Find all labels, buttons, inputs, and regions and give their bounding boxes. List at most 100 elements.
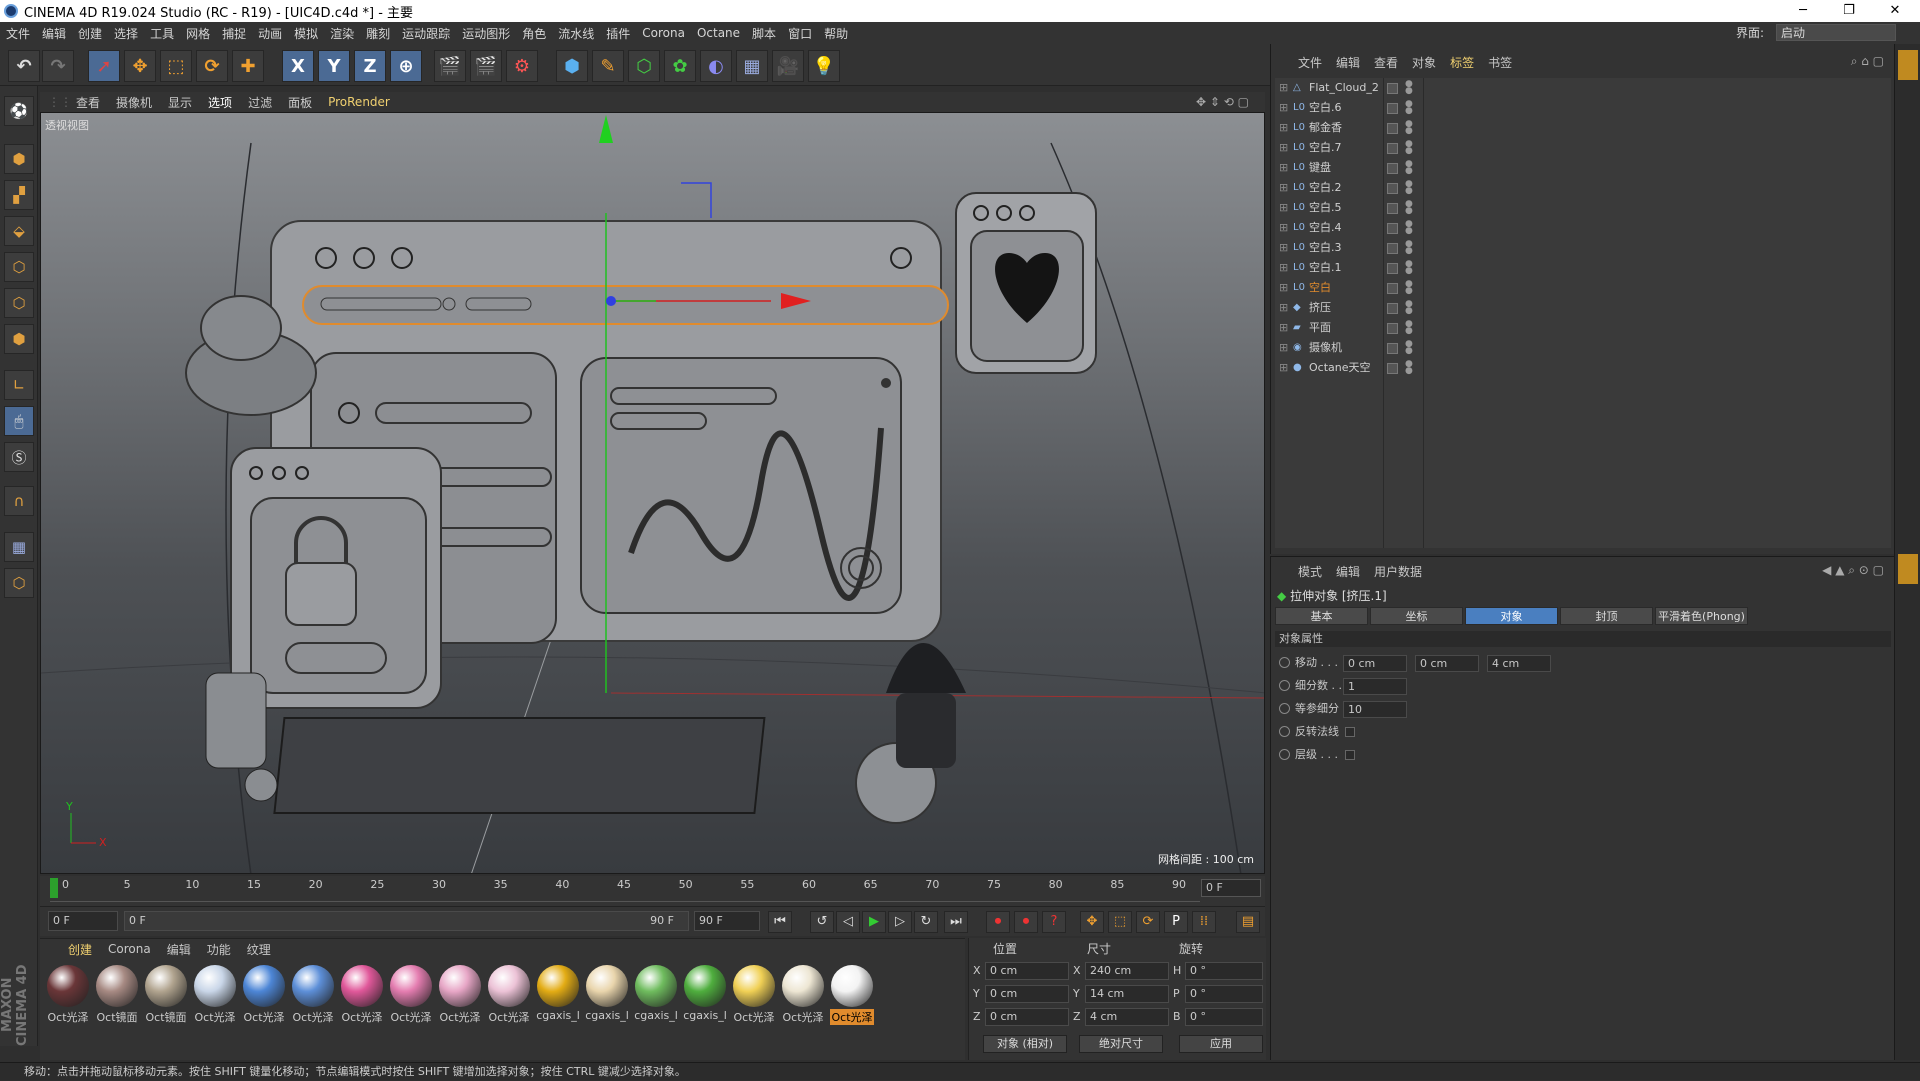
obj-menu-edit[interactable]: 编辑 (1336, 54, 1360, 71)
object-name[interactable]: 空白.6 (1309, 98, 1342, 118)
menu-window[interactable]: 窗口 (782, 25, 818, 42)
tab-basic[interactable]: 基本 (1275, 607, 1368, 625)
mat-menu-create[interactable]: 创建 (68, 941, 92, 958)
magnet-icon[interactable]: ∩ (4, 486, 34, 516)
object-row[interactable]: ⊞ L0 空白 ● ● (1275, 278, 1891, 298)
menu-snap[interactable]: 捕捉 (216, 25, 252, 42)
vp-menu-panel[interactable]: 面板 (288, 94, 312, 111)
movement-z-field[interactable]: 4 cm (1487, 655, 1551, 672)
layer-icon[interactable] (1387, 163, 1398, 174)
floor-environment-icon[interactable]: ▦ (736, 50, 768, 82)
material-swatch[interactable]: Oct光泽 (438, 965, 482, 1025)
object-row[interactable]: ⊞ ◉ 摄像机 ● ● (1275, 338, 1891, 358)
grid-lock-icon[interactable]: ▦ (4, 532, 34, 562)
expand-icon[interactable]: ⊞ (1279, 278, 1288, 298)
obj-menu-bookmarks[interactable]: 书签 (1488, 54, 1512, 71)
menu-select[interactable]: 选择 (108, 25, 144, 42)
object-row[interactable]: ⊞ L0 空白.4 ● ● (1275, 218, 1891, 238)
layer-icon[interactable] (1387, 303, 1398, 314)
material-swatch[interactable]: Oct光泽 (732, 965, 776, 1025)
attribute-nav-icon[interactable]: ◀ ▲ ⌕ ⊙ ▢ (1822, 563, 1884, 578)
make-editable-icon[interactable]: ⚽ (4, 96, 34, 126)
restore-icon[interactable]: ❐ (1826, 0, 1872, 22)
rot-p-field[interactable]: 0 ° (1185, 985, 1263, 1003)
object-name[interactable]: 键盘 (1309, 158, 1331, 178)
visibility-dots-icon[interactable]: ● ● (1405, 180, 1413, 196)
object-name[interactable]: 空白.2 (1309, 178, 1342, 198)
undo-icon[interactable]: ↶ (8, 50, 40, 82)
obj-menu-tags[interactable]: 标签 (1450, 54, 1474, 71)
layer-icon[interactable] (1387, 363, 1398, 374)
frame-range-slider[interactable]: 0 F 90 F (124, 911, 689, 931)
layer-icon[interactable] (1387, 143, 1398, 154)
pen-spline-icon[interactable]: ✎ (592, 50, 624, 82)
camera-icon[interactable]: 🎥 (772, 50, 804, 82)
tab-coord[interactable]: 坐标 (1370, 607, 1463, 625)
redo-icon[interactable]: ↷ (42, 50, 74, 82)
object-row[interactable]: ⊞ L0 空白.6 ● ● (1275, 98, 1891, 118)
layer-icon[interactable] (1387, 183, 1398, 194)
object-name[interactable]: 平面 (1309, 318, 1331, 338)
object-row[interactable]: ⊞ ◆ 挤压 ● ● (1275, 298, 1891, 318)
perspective-viewport[interactable]: 透视视图 Y X 网格间距: 100 cm (40, 112, 1265, 874)
pos-x-field[interactable]: 0 cm (985, 962, 1069, 980)
visibility-dots-icon[interactable]: ● ● (1405, 160, 1413, 176)
material-swatch[interactable]: Oct光泽 (46, 965, 90, 1025)
material-swatch[interactable]: Oct光泽 (781, 965, 825, 1025)
object-row[interactable]: ⊞ L0 郁金香 ● ● (1275, 118, 1891, 138)
pos-z-field[interactable]: 0 cm (985, 1008, 1069, 1026)
move-tool-icon[interactable]: ✥ (124, 50, 156, 82)
material-swatch[interactable]: Oct光泽 (830, 965, 874, 1025)
expand-icon[interactable]: ⊞ (1279, 238, 1288, 258)
render-view-icon[interactable]: 🎬 (434, 50, 466, 82)
array-generator-icon[interactable]: ✿ (664, 50, 696, 82)
material-swatch[interactable]: Oct光泽 (389, 965, 433, 1025)
object-row[interactable]: ⊞ L0 空白.3 ● ● (1275, 238, 1891, 258)
material-swatch[interactable]: cgaxis_l (683, 965, 727, 1022)
menu-help[interactable]: 帮助 (818, 25, 854, 42)
menu-character[interactable]: 角色 (516, 25, 552, 42)
key-position-icon[interactable]: ✥ (1080, 911, 1104, 933)
object-row[interactable]: ⊞ ▰ 平面 ● ● (1275, 318, 1891, 338)
expand-icon[interactable]: ⊞ (1279, 78, 1288, 98)
obj-menu-objects[interactable]: 对象 (1412, 54, 1436, 71)
current-frame-field[interactable]: 0 F (1201, 879, 1261, 897)
menu-sculpt[interactable]: 雕刻 (360, 25, 396, 42)
subdivision-icon[interactable]: ⬡ (628, 50, 660, 82)
keyframe-selection-icon[interactable]: ? (1042, 911, 1066, 933)
vp-menu-filter[interactable]: 过滤 (248, 94, 272, 111)
visibility-dots-icon[interactable]: ● ● (1405, 200, 1413, 216)
mat-menu-corona[interactable]: Corona (108, 942, 151, 956)
coord-mode-dropdown[interactable]: 对象 (相对) (983, 1035, 1067, 1053)
object-name[interactable]: 空白.5 (1309, 198, 1342, 218)
animate-radio-icon[interactable] (1279, 657, 1290, 668)
goto-start-icon[interactable]: ⏮ (768, 911, 792, 933)
expand-icon[interactable]: ⊞ (1279, 158, 1288, 178)
layer-icon[interactable] (1387, 283, 1398, 294)
animate-radio-icon[interactable] (1279, 726, 1290, 737)
key-rotation-icon[interactable]: ⟳ (1136, 911, 1160, 933)
interface-dropdown[interactable]: 启动 (1776, 24, 1896, 41)
layer-icon[interactable] (1387, 343, 1398, 354)
render-picture-viewer-icon[interactable]: 🎬 (470, 50, 502, 82)
snap-toggle-icon[interactable]: Ⓢ (4, 442, 34, 472)
timeline[interactable]: 0 5 10 15 20 25 30 35 40 45 50 55 60 65 70 75 80 85 90 0 F (40, 876, 1265, 906)
close-icon[interactable]: ✕ (1872, 0, 1918, 22)
key-pla-icon[interactable]: ⁞⁞ (1192, 911, 1216, 933)
visibility-dots-icon[interactable]: ● ● (1405, 140, 1413, 156)
edges-mode-icon[interactable]: ⬡ (4, 288, 34, 318)
attr-menu-mode[interactable]: 模式 (1298, 563, 1322, 580)
goto-end-icon[interactable]: ⏭ (944, 911, 968, 933)
tab-caps[interactable]: 封顶 (1560, 607, 1653, 625)
object-name[interactable]: 挤压 (1309, 298, 1331, 318)
minimize-icon[interactable]: ─ (1780, 0, 1826, 22)
scale-tool-icon[interactable]: ⬚ (160, 50, 192, 82)
vp-menu-cameras[interactable]: 摄像机 (116, 94, 152, 111)
record-keys-icon[interactable]: ⏺ (986, 911, 1010, 933)
visibility-dots-icon[interactable]: ● ● (1405, 80, 1413, 96)
object-name[interactable]: 空白.4 (1309, 218, 1342, 238)
live-select-icon[interactable]: ➚ (88, 50, 120, 82)
expand-icon[interactable]: ⊞ (1279, 298, 1288, 318)
expand-icon[interactable]: ⊞ (1279, 218, 1288, 238)
size-y-field[interactable]: 14 cm (1085, 985, 1169, 1003)
